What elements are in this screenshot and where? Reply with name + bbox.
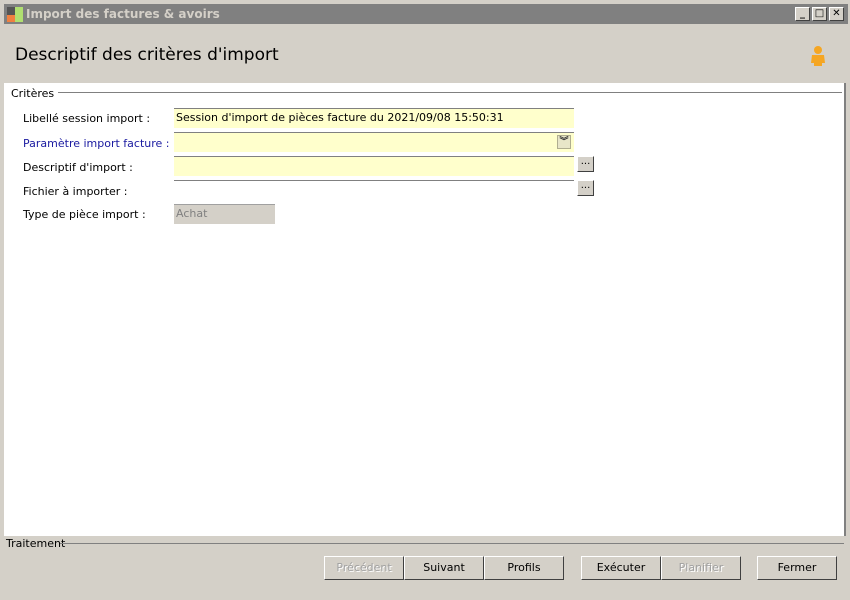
import-parameter-select[interactable]: ︾ [174,132,574,152]
divider [60,543,844,544]
import-description-label: Descriptif d'import : [23,161,133,174]
import-description-browse-button[interactable]: ... [577,156,594,172]
minimize-button[interactable]: _ [795,7,810,21]
file-browse-button[interactable]: ... [577,180,594,196]
header: Descriptif des critères d'import [4,24,848,84]
session-label: Libellé session import : [23,112,151,125]
chevron-down-icon[interactable]: ︾ [557,135,571,149]
document-type-label: Type de pièce import : [23,208,146,221]
page-title: Descriptif des critères d'import [15,45,279,65]
schedule-button[interactable]: Planifier [661,556,741,580]
window-title: Import des factures & avoirs [26,7,220,21]
execute-button[interactable]: Exécuter [581,556,661,580]
profiles-button[interactable]: Profils [484,556,564,580]
criteria-group-label: Critères [11,87,55,100]
title-bar[interactable]: Import des factures & avoirs _ □ ✕ [4,4,848,24]
processing-group-label: Traitement [6,537,66,550]
session-input[interactable]: Session d'import de pièces facture du 20… [174,108,574,128]
divider [58,92,842,93]
criteria-panel: Critères Libellé session import : Sessio… [4,83,846,536]
document-type-input: Achat [174,204,275,224]
next-button[interactable]: Suivant [404,556,484,580]
close-button[interactable]: ✕ [829,7,844,21]
close-dialog-button[interactable]: Fermer [757,556,837,580]
import-description-input[interactable] [174,156,574,176]
maximize-button[interactable]: □ [812,7,827,21]
app-logo-icon [7,7,23,22]
file-label: Fichier à importer : [23,185,128,198]
import-parameter-label: Paramètre import facture : [23,137,170,150]
previous-button[interactable]: Précédent [324,556,404,580]
file-input[interactable] [174,180,574,200]
user-icon [811,46,825,66]
